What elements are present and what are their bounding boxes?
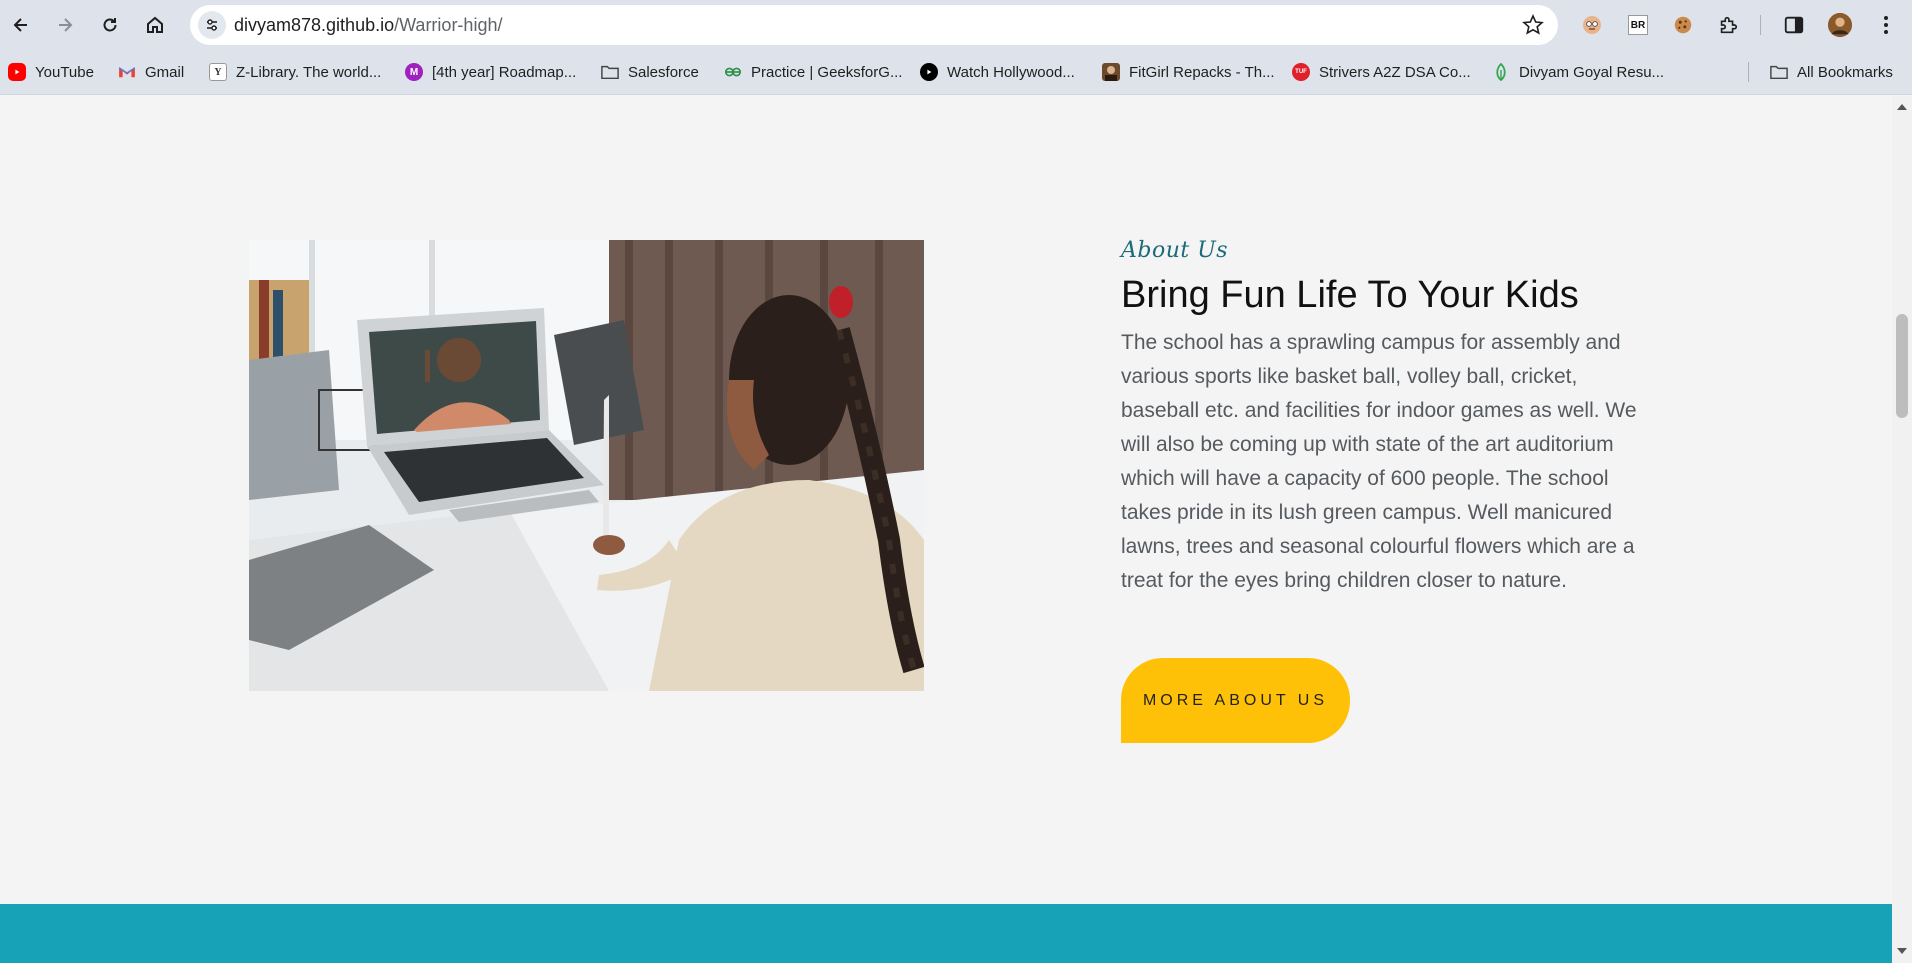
folder-icon	[1770, 63, 1788, 81]
reload-icon[interactable]	[95, 10, 125, 40]
m-icon: M	[405, 63, 423, 81]
bookmark-salesforce[interactable]: Salesforce	[601, 60, 699, 84]
about-body: The school has a sprawling campus for as…	[1121, 331, 1637, 592]
scroll-down-icon[interactable]	[1897, 948, 1907, 954]
bookmark-star-icon[interactable]	[1522, 14, 1544, 36]
geeksforgeeks-icon	[724, 63, 742, 81]
bookmark-gmail[interactable]: Gmail	[118, 60, 184, 84]
bookmark-geeksforgeeks[interactable]: Practice | GeeksforG...	[724, 60, 902, 84]
bookmark-label: Divyam Goyal Resu...	[1519, 63, 1665, 81]
back-icon[interactable]	[6, 10, 36, 40]
bookmark-label: Watch Hollywood...	[947, 63, 1075, 81]
leaf-icon	[1492, 63, 1510, 81]
scroll-up-icon[interactable]	[1897, 104, 1907, 110]
bookmark-roadmap[interactable]: M [4th year] Roadmap...	[405, 60, 576, 84]
about-image	[249, 240, 924, 691]
page-viewport: About Us Bring Fun Life To Your Kids The…	[0, 96, 1892, 963]
folder-icon	[601, 63, 619, 81]
page-scrollbar[interactable]	[1892, 96, 1912, 963]
br-label: BR	[1628, 15, 1648, 35]
bookmarks-bar: YouTube Gmail Y Z-Library. The world... …	[0, 50, 1912, 95]
toolbar-divider	[1760, 15, 1761, 35]
side-panel-icon[interactable]	[1780, 11, 1808, 39]
bookmark-label: FitGirl Repacks - Th...	[1129, 63, 1275, 81]
profile-avatar[interactable]	[1826, 11, 1854, 39]
url-text: divyam878.github.io/Warrior-high/	[234, 15, 502, 36]
all-bookmarks-label: All Bookmarks	[1797, 63, 1893, 81]
bookmark-label: Gmail	[145, 63, 185, 81]
bookmark-label: Strivers A2Z DSA Co...	[1319, 63, 1471, 81]
bookmarks-divider	[1748, 62, 1749, 82]
bookmark-youtube[interactable]: YouTube	[8, 60, 94, 84]
bookmark-resume[interactable]: Divyam Goyal Resu...	[1492, 60, 1664, 84]
scroll-thumb[interactable]	[1896, 314, 1908, 418]
bookmark-zlibrary[interactable]: Y Z-Library. The world...	[209, 60, 381, 84]
bookmark-label: Salesforce	[628, 63, 699, 81]
url-path: /Warrior-high/	[394, 15, 503, 35]
home-icon[interactable]	[140, 10, 170, 40]
next-section-band	[0, 904, 1892, 963]
browser-toolbar: divyam878.github.io/Warrior-high/ BR	[0, 0, 1912, 50]
bookmark-hollywood[interactable]: Watch Hollywood...	[920, 60, 1075, 84]
about-headline: Bring Fun Life To Your Kids	[1121, 274, 1579, 316]
bookmark-label: YouTube	[35, 63, 94, 81]
tuf-icon: TUF	[1292, 63, 1310, 81]
about-illustration	[249, 240, 924, 691]
bookmark-label: Practice | GeeksforG...	[751, 63, 903, 81]
extension-br-icon[interactable]: BR	[1624, 11, 1652, 39]
extension-face-icon[interactable]	[1578, 11, 1606, 39]
more-about-us-button[interactable]: MORE ABOUT US	[1121, 658, 1350, 743]
bookmark-label: [4th year] Roadmap...	[432, 63, 577, 81]
extensions-puzzle-icon[interactable]	[1714, 11, 1742, 39]
play-icon	[920, 63, 938, 81]
bookmark-strivers[interactable]: TUF Strivers A2Z DSA Co...	[1292, 60, 1471, 84]
cookie-icon[interactable]	[1669, 11, 1697, 39]
youtube-icon	[8, 63, 26, 81]
zlibrary-icon: Y	[209, 63, 227, 81]
fitgirl-icon	[1102, 63, 1120, 81]
address-bar[interactable]: divyam878.github.io/Warrior-high/	[190, 5, 1558, 45]
gmail-icon	[118, 63, 136, 81]
bookmark-fitgirl[interactable]: FitGirl Repacks - Th...	[1102, 60, 1275, 84]
site-info-icon[interactable]	[198, 11, 226, 39]
about-eyebrow: About Us	[1121, 238, 1229, 263]
browser-menu-icon[interactable]	[1872, 11, 1900, 39]
all-bookmarks[interactable]: All Bookmarks	[1770, 60, 1893, 84]
url-host: divyam878.github.io	[234, 15, 395, 35]
forward-icon[interactable]	[50, 10, 80, 40]
bookmark-label: Z-Library. The world...	[236, 63, 382, 81]
